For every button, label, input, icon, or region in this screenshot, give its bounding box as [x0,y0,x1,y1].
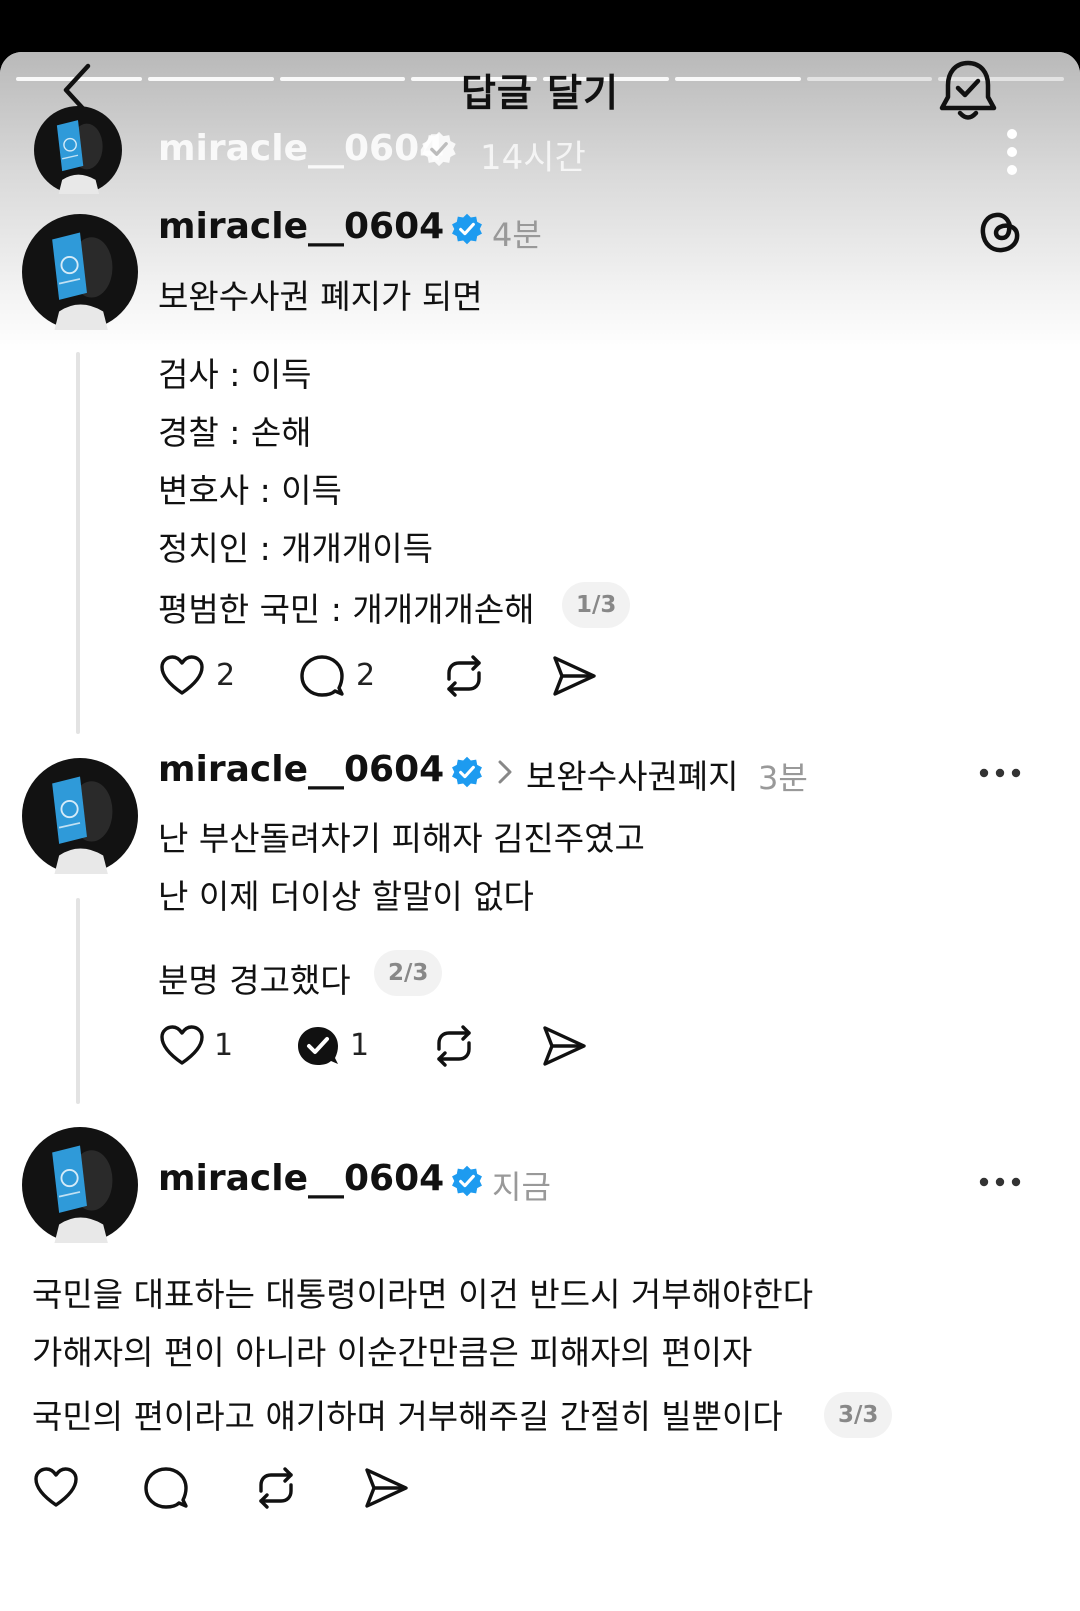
avatar[interactable] [34,106,122,194]
topic-tag[interactable]: 보완수사권폐지 [526,750,739,798]
avatar[interactable] [22,1127,138,1243]
share-icon[interactable] [540,1022,588,1070]
post-text-line: 분명 경고했다 [158,961,351,1000]
post-time: 지금 [492,1168,551,1206]
post-text-line: 보완수사권 폐지가 되면 [158,277,483,316]
post-username[interactable]: miracle__0604 [158,1158,444,1199]
story-author-row: miracle__0604 14시간 [34,106,1054,196]
post-text-line: 변호사 : 이득 [158,471,342,510]
story-reply-sheet: 답글 달기 miracle__0604 14시간 miracle__0604 4… [0,52,1080,1611]
comment-icon[interactable] [142,1464,190,1512]
reply-count: 2 [356,658,376,693]
verified-badge-icon [450,1164,484,1198]
like-count: 2 [216,658,236,693]
post-text-line: 정치인 : 개개개이득 [158,529,433,568]
repost-icon[interactable] [252,1464,300,1512]
post-time: 3분 [758,759,808,797]
page-indicator: 3/3 [824,1392,893,1438]
verified-badge-icon [450,212,484,246]
verified-badge-icon [450,755,484,789]
post-text-line: 가해자의 편이 아니라 이순간만큼은 피해자의 편이자 [32,1333,753,1372]
post-text-line: 난 이제 더이상 할말이 없다 [158,877,534,916]
comment-icon[interactable] [298,652,346,700]
heart-icon[interactable] [158,652,206,700]
share-icon[interactable] [362,1464,410,1512]
verified-badge-icon [422,131,456,167]
repost-icon[interactable] [430,1022,478,1070]
avatar[interactable] [22,214,138,330]
post-text-line: 국민을 대표하는 대통령이라면 이건 반드시 거부해야한다 [32,1275,814,1314]
threads-logo-icon[interactable] [976,206,1024,258]
avatar[interactable] [22,758,138,874]
story-time: 14시간 [480,138,586,178]
more-horizontal-icon[interactable] [978,766,1022,780]
heart-icon[interactable] [32,1464,80,1512]
more-horizontal-icon[interactable] [978,1175,1022,1189]
page-indicator: 1/3 [562,582,631,628]
post-text-line: 경찰 : 손해 [158,413,312,452]
heart-icon[interactable] [158,1022,206,1070]
repost-icon[interactable] [440,652,488,700]
post-text-line: 검사 : 이득 [158,355,312,394]
thread-line [76,898,80,1104]
more-vertical-icon[interactable] [1004,126,1020,178]
chevron-right-icon [498,760,512,784]
post-text-line: 평범한 국민 : 개개개개손해 [158,590,535,629]
post-text-line: 국민의 편이라고 얘기하며 거부해주길 간절히 빌뿐이다 [32,1397,783,1436]
page-indicator: 2/3 [374,950,443,996]
like-count: 1 [214,1028,234,1063]
comment-check-icon[interactable] [294,1022,342,1070]
reply-count: 1 [350,1028,370,1063]
share-icon[interactable] [550,652,598,700]
post-username[interactable]: miracle__0604 [158,749,444,790]
post-time: 4분 [492,216,542,254]
story-username[interactable]: miracle__0604 [158,128,444,169]
post-username[interactable]: miracle__0604 [158,206,444,247]
thread-line [76,352,80,734]
post-text-line: 난 부산돌려차기 피해자 김진주였고 [158,819,645,858]
